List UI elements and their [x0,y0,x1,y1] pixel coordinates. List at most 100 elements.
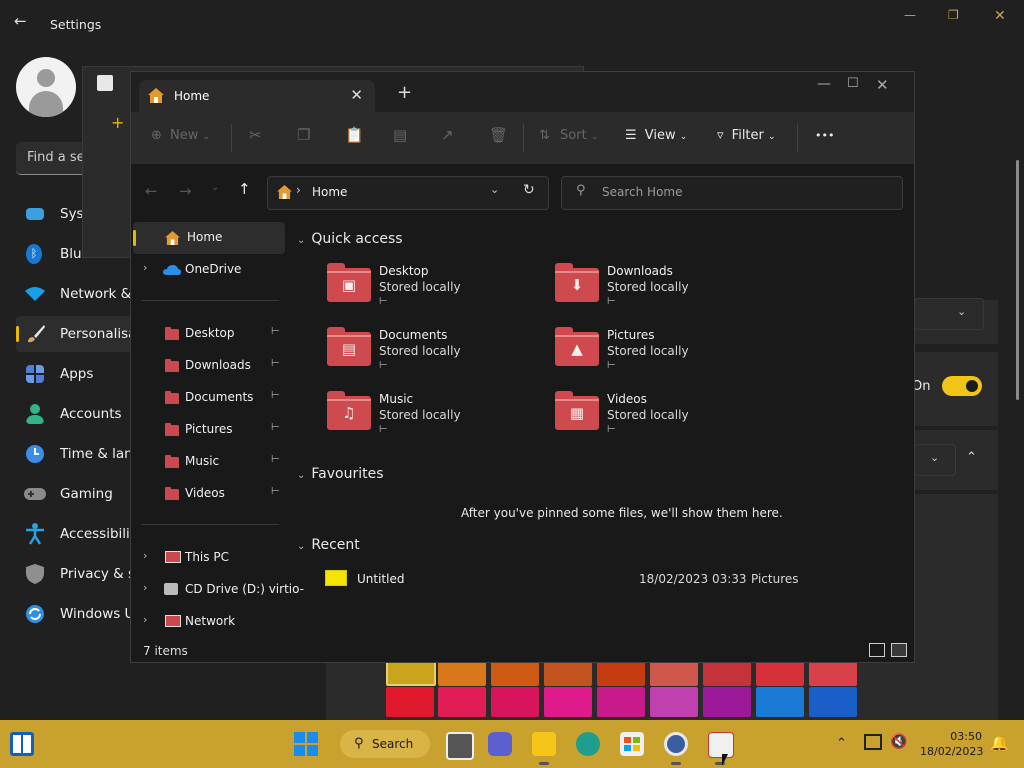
sidebar-item-videos[interactable]: Videos ⊢ [131,478,283,510]
volume-icon[interactable]: 🔇 [890,734,907,750]
network-status-icon[interactable] [864,734,882,750]
nav-item-apps[interactable]: Apps [16,356,136,392]
delete-icon[interactable]: 🗑 [489,126,508,144]
nav-item-privacy[interactable]: Privacy & s [16,556,136,592]
sidebar-item-network[interactable]: › Network [131,606,283,638]
quick-access-item-pictures[interactable]: ▲ Pictures Stored locally ⊢ [555,327,775,382]
sidebar-item-pictures[interactable]: Pictures ⊢ [131,414,283,446]
tab-home[interactable]: Home ✕ [139,80,375,112]
quick-access-item-videos[interactable]: ▦ Videos Stored locally ⊢ [555,391,775,446]
close-icon[interactable]: ✕ [876,76,889,94]
colour-swatch[interactable] [597,687,645,717]
paint-app-icon[interactable] [708,732,734,758]
nav-item-gaming[interactable]: Gaming [16,476,136,512]
chevron-up-icon[interactable]: ⌃ [836,736,847,751]
pin-icon[interactable]: ⊢ [271,390,280,401]
task-view-left-icon[interactable] [10,732,34,756]
pin-icon[interactable]: ⊢ [271,358,280,369]
filter-button[interactable]: ▿ Filter ⌄ [717,128,776,143]
nav-item-network[interactable]: Network & [16,276,136,312]
colour-swatch[interactable] [491,687,539,717]
table-row[interactable]: Untitled 18/02/2023 03:33 Pictures [323,566,903,594]
close-icon[interactable]: ✕ [994,8,1006,24]
quick-access-item-documents[interactable]: ▤ Documents Stored locally ⊢ [327,327,547,382]
colour-swatch[interactable] [703,687,751,717]
close-tab-icon[interactable]: ✕ [350,86,363,104]
quick-access-item-desktop[interactable]: ▣ Desktop Stored locally ⊢ [327,263,547,318]
share-icon[interactable]: ↗ [441,126,454,144]
minimize-icon[interactable]: — [904,8,916,22]
refresh-icon[interactable]: ↻ [523,182,535,198]
sidebar-item-home[interactable]: Home [133,222,285,254]
avatar[interactable] [16,57,76,117]
chevron-down-icon[interactable]: ⌄ [490,183,499,196]
details-view-icon[interactable] [869,643,885,657]
chevron-right-icon[interactable]: › [143,261,147,274]
sidebar-item-cd-drive[interactable]: › CD Drive (D:) virtio- [131,574,304,606]
sidebar-item-this-pc[interactable]: › This PC [131,542,283,574]
maximize-icon[interactable]: ☐ [847,76,859,91]
sidebar-item-downloads[interactable]: Downloads ⊢ [131,350,283,382]
settings-dropdown[interactable]: ⌄ [914,298,984,330]
search-input[interactable]: ⚲ Search Home [561,176,903,210]
colour-swatch[interactable] [756,687,804,717]
rename-icon[interactable]: ▤ [393,126,407,144]
new-button[interactable]: ⊕ New ⌄ [151,128,210,143]
colour-swatch[interactable] [386,687,434,717]
cut-icon[interactable]: ✂ [249,126,262,144]
clock-date[interactable]: 18/02/2023 [920,745,983,758]
settings-gear-icon[interactable] [664,732,688,756]
teams-chat-icon[interactable] [488,732,512,756]
nav-item-personalisation[interactable]: Personalisat [16,316,142,352]
toggle-switch[interactable] [942,376,982,396]
colour-swatch[interactable] [438,687,486,717]
chevron-right-icon[interactable]: › [143,581,147,594]
colour-swatch[interactable] [544,687,592,717]
section-header-favourites[interactable]: ⌄ Favourites [297,466,384,482]
task-view-icon[interactable] [446,732,474,760]
sidebar-item-desktop[interactable]: Desktop ⊢ [131,318,283,350]
nav-item-time-language[interactable]: Time & lang [16,436,141,472]
nav-item-windows-update[interactable]: Windows U [16,596,136,632]
plus-icon[interactable]: + [111,113,124,132]
sort-button[interactable]: ⇅ Sort ⌄ [539,128,598,143]
edge-browser-icon[interactable] [576,732,600,756]
up-arrow-icon[interactable]: ↑ [238,180,251,198]
nav-item-accounts[interactable]: Accounts [16,396,136,432]
tiles-view-icon[interactable] [891,643,907,657]
clock-time[interactable]: 03:50 [950,730,982,743]
colour-swatch[interactable] [809,687,857,717]
pin-icon[interactable]: ⊢ [271,422,280,433]
notification-bell-icon[interactable]: 🔔 [990,734,1009,752]
breadcrumb[interactable]: Home [312,185,347,199]
sidebar-item-music[interactable]: Music ⊢ [131,446,283,478]
colour-swatch[interactable] [650,687,698,717]
sidebar-item-documents[interactable]: Documents ⊢ [131,382,283,414]
section-header-recent[interactable]: ⌄ Recent [297,537,360,553]
paste-icon[interactable]: 📋 [345,126,364,144]
pin-icon[interactable]: ⊢ [271,326,280,337]
chevron-right-icon[interactable]: › [143,613,147,626]
minimize-icon[interactable]: — [817,76,831,92]
nav-item-accessibility[interactable]: Accessibility [16,516,143,552]
recent-locations-icon[interactable]: ⌄ [211,182,219,193]
sidebar-item-onedrive[interactable]: › OneDrive [131,254,283,286]
chevron-right-icon[interactable]: › [143,549,147,562]
section-header-quick-access[interactable]: ⌄ Quick access [297,231,403,247]
scrollbar[interactable] [1016,160,1019,400]
quick-access-item-downloads[interactable]: ⬇ Downloads Stored locally ⊢ [555,263,775,318]
taskbar-search-button[interactable]: ⚲ Search [340,730,430,758]
settings-dropdown[interactable]: ⌄ [914,444,956,476]
copy-icon[interactable]: ❐ [297,126,310,144]
file-explorer-icon[interactable] [532,732,556,756]
maximize-icon[interactable]: ❐ [948,8,959,22]
microsoft-store-icon[interactable] [620,732,644,756]
more-options-button[interactable]: ••• [815,129,834,142]
windows-start-icon[interactable] [294,732,318,756]
pin-icon[interactable]: ⊢ [271,486,280,497]
new-tab-button[interactable]: + [397,84,412,102]
quick-access-item-music[interactable]: ♫ Music Stored locally ⊢ [327,391,547,446]
chevron-up-icon[interactable]: ⌃ [966,450,977,465]
back-arrow-icon[interactable]: ← [14,12,27,30]
back-arrow-icon[interactable]: ← [145,182,158,200]
